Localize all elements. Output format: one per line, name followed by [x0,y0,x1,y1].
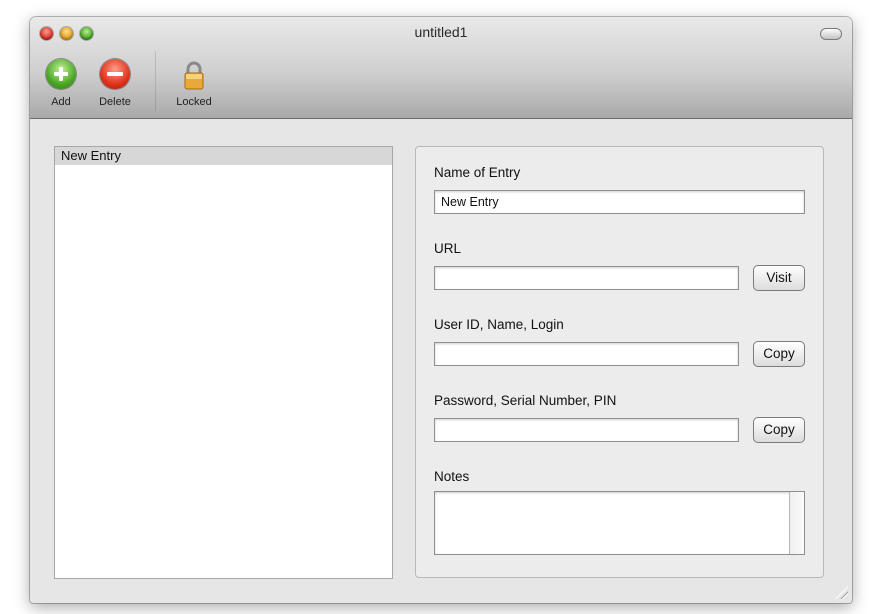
plus-circle-icon [46,59,76,89]
title-toolbar: untitled1 Add Delete Locked [30,17,852,119]
copy-user-button[interactable]: Copy [753,341,805,367]
add-button[interactable]: Add [36,59,86,108]
padlock-icon [179,59,209,90]
entry-detail-panel: Name of Entry URL Visit User ID, Name, L… [415,146,824,578]
password-label: Password, Serial Number, PIN [434,393,617,408]
user-id-label: User ID, Name, Login [434,317,564,332]
toolbar-toggle-button[interactable] [820,28,842,40]
url-label: URL [434,241,462,256]
notes-textarea[interactable] [434,491,805,555]
delete-button-label: Delete [99,96,131,108]
visit-button[interactable]: Visit [753,265,805,291]
window-content: New Entry Name of Entry URL Visit User I… [30,119,852,603]
notes-scrollbar[interactable] [789,492,804,554]
delete-button[interactable]: Delete [90,59,140,108]
resize-grip[interactable] [835,586,848,599]
url-field[interactable] [434,266,739,290]
window-title: untitled1 [414,24,468,40]
notes-label: Notes [434,469,470,484]
user-id-field[interactable] [434,342,739,366]
name-of-entry-field[interactable] [434,190,805,214]
name-of-entry-label: Name of Entry [434,165,521,180]
locked-button[interactable]: Locked [169,59,219,108]
entry-list[interactable]: New Entry [54,146,393,579]
copy-password-button[interactable]: Copy [753,417,805,443]
password-field[interactable] [434,418,739,442]
toolbar-separator [155,51,156,111]
locked-button-label: Locked [176,96,212,108]
list-item[interactable]: New Entry [55,147,392,165]
add-button-label: Add [51,96,71,108]
app-window: untitled1 Add Delete Locked New Entry Na… [30,17,852,603]
minus-circle-icon [100,59,130,89]
